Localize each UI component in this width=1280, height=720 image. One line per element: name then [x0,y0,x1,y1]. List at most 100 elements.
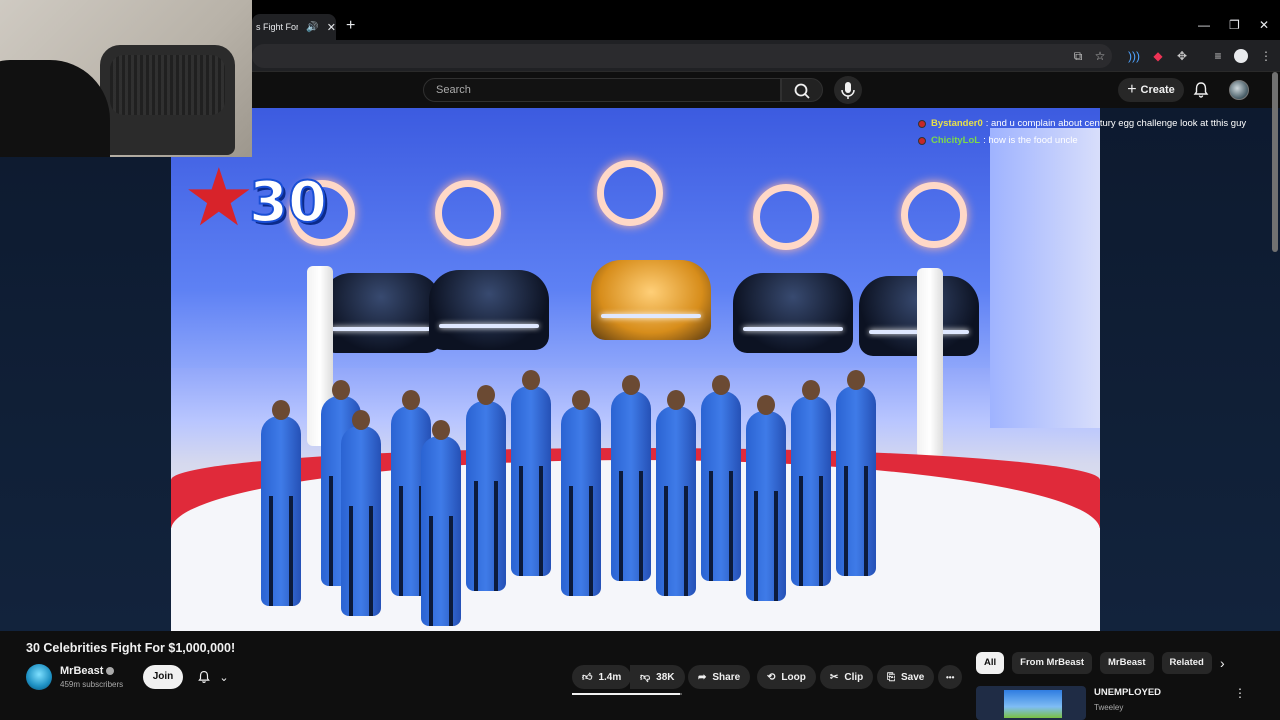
recommended-video-thumbnail[interactable] [976,686,1086,720]
chat-avatar [918,136,926,145]
join-button[interactable]: Join [143,665,183,689]
contestant [341,410,381,616]
loop-button[interactable]: ⟲ Loop [757,665,816,689]
chips-next-chevron-icon[interactable]: › [1220,655,1225,671]
extension-shield-icon[interactable]: ◆ [1150,48,1166,64]
contestant [836,370,876,576]
contestant [701,375,741,581]
channel-avatar[interactable] [26,664,52,690]
ceiling-ring-light [901,182,967,248]
profile-icon[interactable] [1234,49,1248,63]
plus-icon: + [1127,81,1137,98]
studio-side-wall [990,128,1100,428]
ceiling-ring-light [435,180,501,246]
minimize-icon[interactable]: — [1198,18,1210,32]
chat-avatar [918,119,926,128]
contestant [466,385,506,591]
contestant [261,400,301,606]
chat-text: : and u complain about century egg chall… [985,118,1247,129]
contestant [746,395,786,601]
subscription-bell-button[interactable]: ⌄ [190,665,236,689]
extension-audio-icon[interactable]: ))) [1126,48,1142,64]
ceiling-ring-light [597,160,663,226]
verified-badge-icon [106,667,115,676]
bell-icon [198,670,211,683]
chat-overlay: Bystander0 : and u complain about centur… [918,115,1278,149]
microphone-icon [841,82,855,99]
like-ratio-bar [572,693,682,695]
camera-pillar [917,268,943,458]
gold-supercar [591,260,711,340]
window-close-icon[interactable]: ✕ [1259,18,1269,32]
chat-message: ChicityLoL : how is the food uncle [918,132,1278,149]
share-button[interactable]: ➦ Share [688,665,751,689]
chat-username: Bystander0 [931,118,983,129]
save-button[interactable]: ⎘ Save [877,665,935,689]
screen: s Fight For $1,0 🔊 ✕ + — ❐ ✕ ⧉ ☆ ))) ◆ ✥… [0,0,1280,720]
contestant [791,380,831,586]
more-actions-button[interactable]: ••• [938,665,963,689]
search-button[interactable] [781,78,823,102]
office-chair [100,45,235,155]
voice-search-button[interactable] [834,76,862,104]
page-scrollbar[interactable] [1272,72,1278,252]
notifications-bell-icon[interactable] [1192,81,1210,99]
recommended-video-menu-icon[interactable]: ⋮ [1234,686,1246,700]
speaker-icon[interactable]: 🔊 [306,22,318,33]
cast-icon[interactable]: ⧉ [1070,48,1086,64]
save-label: Save [901,671,925,683]
dislike-button[interactable]: 👎︎ 38K [630,665,685,689]
like-count: 1.4m [598,671,622,683]
chip-related[interactable]: Related [1161,652,1212,674]
more-icon: ••• [946,672,955,682]
thumbs-up-icon: 👍︎ [582,672,593,683]
contestant [421,420,461,626]
video-title: 30 Celebrities Fight For $1,000,000! [26,641,236,655]
scissors-icon: ✂ [830,671,839,683]
contestants-group [261,370,901,626]
contestant [511,370,551,576]
search-input[interactable]: Search [423,78,781,102]
bookmark-star-icon[interactable]: ☆ [1092,48,1108,64]
loop-label: Loop [781,671,806,683]
contestant [611,375,651,581]
account-avatar[interactable] [1229,80,1249,100]
chip-all[interactable]: All [976,652,1005,674]
share-label: Share [712,671,741,683]
create-button[interactable]: + Create [1118,78,1184,102]
create-label: Create [1140,84,1175,96]
clip-label: Clip [844,671,864,683]
chip-from-channel[interactable]: From MrBeast [1012,652,1093,674]
reading-list-icon[interactable]: ≡ [1210,48,1226,64]
subscriber-count: 459m subscribers [60,680,124,689]
browser-tab[interactable]: s Fight For $1,0 🔊 ✕ [252,14,336,40]
restore-icon[interactable]: ❐ [1229,18,1240,32]
black-car [429,270,549,350]
challenge-30-logo: ★ 30 [183,148,353,248]
streamer [0,60,110,157]
black-car [321,273,441,353]
thumbs-down-icon: 👎︎ [640,672,651,683]
close-tab-icon[interactable]: ✕ [327,21,336,34]
recommendation-chips: All From MrBeast MrBeast Related [976,652,1212,674]
like-button[interactable]: 👍︎ 1.4m [572,665,632,689]
bookmark-icon: ⎘ [887,671,895,683]
contestant [656,390,696,596]
channel-name-row[interactable]: MrBeast [60,665,115,677]
tab-title: s Fight For $1,0 [256,22,299,32]
webcam-overlay [0,0,252,157]
like-ratio-fill [572,693,680,695]
browser-menu-icon[interactable]: ⋮ [1258,48,1274,64]
extensions-puzzle-icon[interactable]: ✥ [1174,48,1190,64]
star-icon: ★ [183,153,255,242]
chip-channel[interactable]: MrBeast [1100,652,1154,674]
dislike-count: 38K [656,671,675,683]
recommended-video-title[interactable]: UNEMPLOYED [1094,687,1161,698]
new-tab-button[interactable]: + [346,17,355,35]
ceiling-ring-light [753,184,819,250]
clip-button[interactable]: ✂ Clip [820,665,874,689]
channel-name[interactable]: MrBeast [60,665,103,677]
video-player[interactable]: ★ 30 [171,108,1100,631]
search-icon [794,83,810,99]
address-bar[interactable] [252,44,1112,68]
